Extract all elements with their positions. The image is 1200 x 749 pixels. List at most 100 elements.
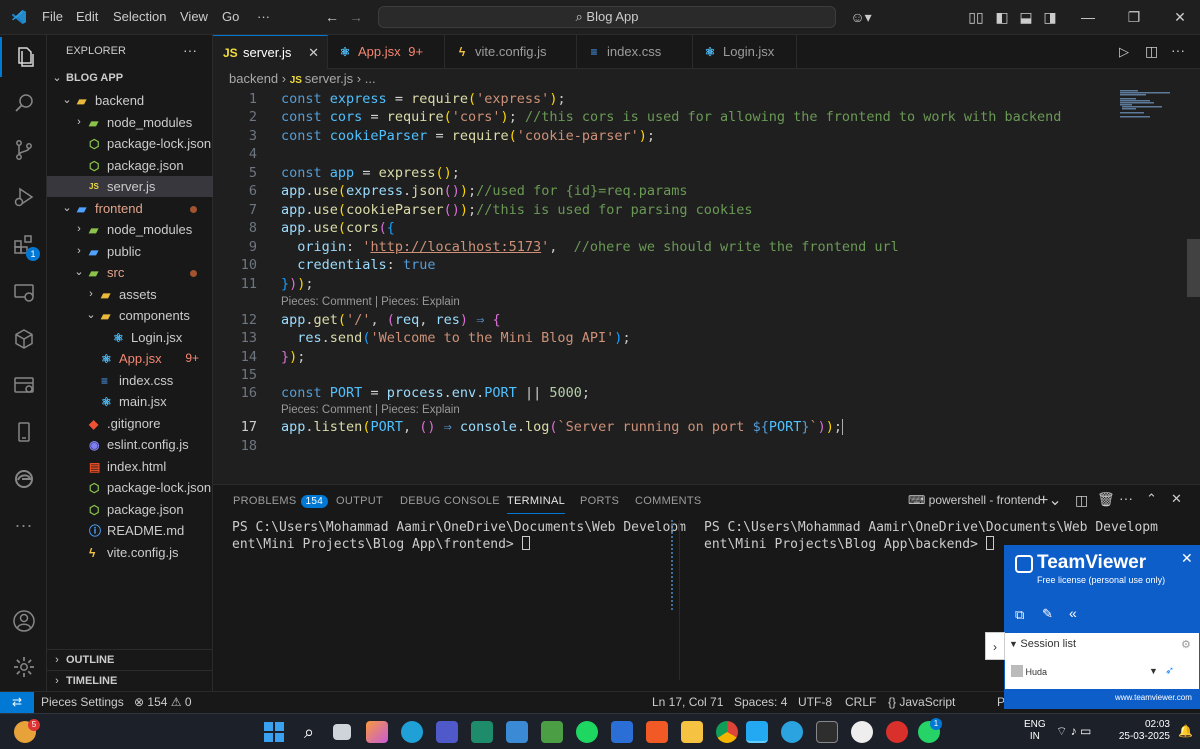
- edge-browser-icon[interactable]: [401, 721, 423, 743]
- tree-item[interactable]: ◆ .gitignore: [47, 413, 213, 434]
- teamviewer-url[interactable]: www.teamviewer.com: [1115, 693, 1192, 702]
- tree-item[interactable]: ⬡ package.json: [47, 499, 213, 520]
- run-debug-icon[interactable]: [0, 177, 47, 217]
- editor-more-icon[interactable]: ···: [1171, 42, 1185, 58]
- outline-section[interactable]: › OUTLINE: [47, 649, 213, 670]
- run-file-icon[interactable]: ▷: [1119, 44, 1129, 60]
- pieces-settings[interactable]: Pieces Settings: [41, 692, 124, 713]
- tab-index-css[interactable]: ≡ index.css: [577, 35, 693, 69]
- restore-icon[interactable]: ❐: [1126, 9, 1142, 25]
- menu-more[interactable]: ···: [257, 9, 270, 24]
- teamviewer-close-icon[interactable]: ✕: [1181, 550, 1193, 567]
- remote-explorer-icon[interactable]: [0, 272, 47, 312]
- accounts-icon[interactable]: [0, 601, 47, 641]
- language-mode[interactable]: {} JavaScript: [888, 692, 955, 713]
- session-user[interactable]: Huda: [1011, 665, 1047, 677]
- telegram-icon[interactable]: [781, 721, 803, 743]
- split-editor-icon[interactable]: ◫: [1145, 43, 1158, 60]
- close-tab-icon[interactable]: ✕: [308, 36, 319, 70]
- menu-selection[interactable]: Selection: [113, 9, 166, 24]
- file-explorer-icon[interactable]: [681, 721, 703, 743]
- terminal-more-icon[interactable]: ···: [1119, 490, 1133, 506]
- minimize-icon[interactable]: —: [1080, 9, 1096, 25]
- close-window-icon[interactable]: ✕: [1172, 9, 1188, 25]
- tab-comments[interactable]: COMMENTS: [635, 495, 702, 507]
- menu-edit[interactable]: Edit: [76, 9, 98, 24]
- taskbar-search-icon[interactable]: ⌕: [298, 721, 320, 743]
- tree-item[interactable]: ▤ index.html: [47, 456, 213, 477]
- tab-login-jsx[interactable]: ⚛ Login.jsx: [693, 35, 797, 69]
- more-views-icon[interactable]: ···: [0, 505, 47, 545]
- tree-item[interactable]: › ▰ assets: [47, 284, 213, 305]
- kill-terminal-icon[interactable]: 🗑: [1097, 491, 1115, 508]
- tab-server-js[interactable]: JS server.js ✕: [213, 35, 328, 69]
- brave-icon[interactable]: [646, 721, 668, 743]
- copilot-app-icon[interactable]: [366, 721, 388, 743]
- editor-scrollbar[interactable]: [1187, 89, 1200, 484]
- gallery-app-icon[interactable]: [541, 721, 563, 743]
- problems-status[interactable]: ⊗ 154 ⚠ 0: [134, 692, 192, 713]
- tree-item[interactable]: › ▰ public: [47, 241, 213, 262]
- copilot-icon[interactable]: ☺▾: [846, 9, 876, 25]
- menu-view[interactable]: View: [180, 9, 208, 24]
- chrome-icon[interactable]: [716, 721, 738, 743]
- indentation[interactable]: Spaces: 4: [734, 692, 787, 713]
- remote-indicator[interactable]: ⇄: [0, 692, 34, 713]
- spotify-icon[interactable]: [576, 721, 598, 743]
- terminal-left-line-2[interactable]: ent\Mini Projects\Blog App\frontend>: [232, 536, 530, 553]
- tab-app-jsx[interactable]: ⚛ App.jsx 9+: [328, 35, 445, 69]
- terminal-split-divider[interactable]: [679, 520, 680, 680]
- tree-item[interactable]: ≡ index.css: [47, 370, 213, 391]
- windows-start-icon[interactable]: [263, 721, 285, 743]
- session-list-header[interactable]: ▼ Session list: [1009, 638, 1076, 650]
- tree-item[interactable]: ⬡ package-lock.json: [47, 477, 213, 498]
- back-arrow-icon[interactable]: ←: [324, 9, 340, 25]
- tree-item[interactable]: ϟ vite.config.js: [47, 542, 213, 563]
- explorer-more-icon[interactable]: ···: [183, 42, 197, 58]
- toggle-panel-icon[interactable]: ⬓: [1018, 9, 1034, 25]
- notification-bell-icon[interactable]: 🔔: [1178, 724, 1193, 738]
- teams-icon[interactable]: [436, 721, 458, 743]
- tree-item[interactable]: ⬡ package-lock.json: [47, 133, 213, 154]
- system-tray-icons[interactable]: ⌔ ♪ ▭: [1056, 724, 1091, 739]
- tab-ports[interactable]: PORTS: [580, 495, 619, 507]
- tree-item[interactable]: › ▰ node_modules: [47, 112, 213, 133]
- extensions-icon[interactable]: 1: [0, 225, 47, 265]
- line-ending[interactable]: CRLF: [845, 692, 876, 713]
- code-lens-1[interactable]: Pieces: Comment | Pieces: Explain: [281, 296, 460, 308]
- tree-item[interactable]: ⚛ Login.jsx: [47, 327, 213, 348]
- tree-item[interactable]: › ▰ node_modules: [47, 219, 213, 240]
- tree-item[interactable]: ⌄ ▰ frontend: [47, 198, 213, 219]
- collapse-icon[interactable]: «: [1069, 605, 1077, 621]
- store-icon[interactable]: [506, 721, 528, 743]
- tab-terminal[interactable]: TERMINAL: [507, 495, 566, 514]
- timeline-section[interactable]: › TIMELINE: [47, 670, 213, 691]
- settings-gear-icon[interactable]: [0, 647, 47, 687]
- search-icon[interactable]: [0, 83, 47, 123]
- language-indicator[interactable]: ENG IN: [1024, 719, 1046, 743]
- breadcrumb-file[interactable]: server.js: [305, 71, 353, 86]
- github-icon[interactable]: [851, 721, 873, 743]
- vscode-taskbar-icon[interactable]: [746, 721, 768, 743]
- session-dropdown-icon[interactable]: ▼: [1149, 666, 1158, 676]
- split-terminal-icon[interactable]: ◫: [1075, 492, 1088, 509]
- tab-debug-console[interactable]: DEBUG CONSOLE: [400, 495, 500, 507]
- command-center-search[interactable]: ⌕ Blog App: [378, 6, 836, 28]
- explorer-root[interactable]: ⌄ BLOG APP: [47, 68, 213, 89]
- encoding[interactable]: UTF-8: [798, 692, 832, 713]
- tree-item[interactable]: ⚛ App.jsx 9+: [47, 348, 213, 369]
- tab-output[interactable]: OUTPUT: [336, 495, 383, 507]
- menu-file[interactable]: File: [42, 9, 63, 24]
- tree-item[interactable]: ◉ eslint.config.js: [47, 434, 213, 455]
- tree-item[interactable]: ⌄ ▰ components: [47, 305, 213, 326]
- copy-icon[interactable]: ⧉: [1015, 607, 1024, 623]
- tools-icon[interactable]: ✎: [1042, 606, 1053, 622]
- cube-icon[interactable]: [0, 319, 47, 359]
- customize-layout-icon[interactable]: ▯▯: [968, 9, 984, 25]
- opera-icon[interactable]: [886, 721, 908, 743]
- clock[interactable]: 02:03 25-03-2025: [1112, 719, 1170, 743]
- minimap[interactable]: [1118, 89, 1188, 119]
- maximize-panel-icon[interactable]: ⌃: [1146, 491, 1157, 507]
- toggle-secondary-sidebar-icon[interactable]: ◨: [1042, 9, 1058, 25]
- breadcrumb-folder[interactable]: backend: [229, 71, 278, 86]
